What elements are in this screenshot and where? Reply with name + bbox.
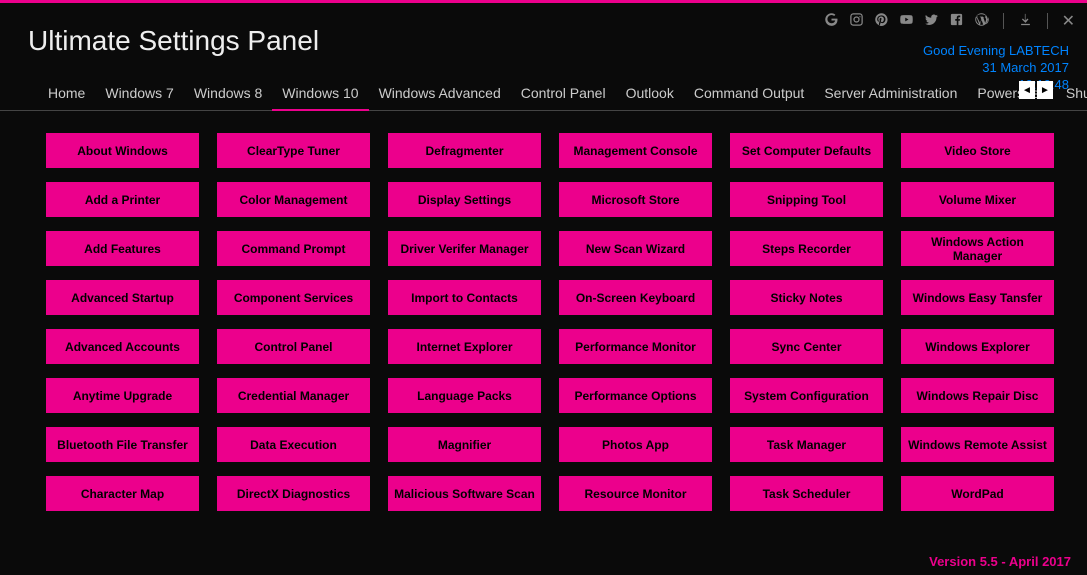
separator [1003, 13, 1004, 29]
tab-windows-advanced[interactable]: Windows Advanced [369, 79, 511, 111]
setting-button-control-panel[interactable]: Control Panel [217, 329, 370, 364]
tab-scroll-right[interactable]: ► [1037, 81, 1053, 99]
setting-button-malicious-software-scan[interactable]: Malicious Software Scan [388, 476, 541, 511]
setting-button-advanced-startup[interactable]: Advanced Startup [46, 280, 199, 315]
setting-button-on-screen-keyboard[interactable]: On-Screen Keyboard [559, 280, 712, 315]
setting-button-character-map[interactable]: Character Map [46, 476, 199, 511]
google-icon[interactable] [824, 12, 839, 30]
twitter-icon[interactable] [924, 12, 939, 30]
setting-button-import-to-contacts[interactable]: Import to Contacts [388, 280, 541, 315]
setting-button-microsoft-store[interactable]: Microsoft Store [559, 182, 712, 217]
setting-button-add-features[interactable]: Add Features [46, 231, 199, 266]
grid-wrap: About Windows ClearType Tuner Defragmenter… [0, 111, 1087, 511]
setting-button-windows-remote-assist[interactable]: Windows Remote Assist [901, 427, 1054, 462]
setting-button-management-console[interactable]: Management Console [559, 133, 712, 168]
setting-button-set-computer-defaults[interactable]: Set Computer Defaults [730, 133, 883, 168]
setting-button-defragmenter[interactable]: Defragmenter [388, 133, 541, 168]
setting-button-steps-recorder[interactable]: Steps Recorder [730, 231, 883, 266]
setting-button-sticky-notes[interactable]: Sticky Notes [730, 280, 883, 315]
setting-button-resource-monitor[interactable]: Resource Monitor [559, 476, 712, 511]
setting-button-windows-explorer[interactable]: Windows Explorer [901, 329, 1054, 364]
setting-button-windows-repair-disc[interactable]: Windows Repair Disc [901, 378, 1054, 413]
tab-server-administration[interactable]: Server Administration [814, 79, 967, 111]
setting-button-task-scheduler[interactable]: Task Scheduler [730, 476, 883, 511]
footer-version: Version 5.5 - April 2017 [929, 554, 1071, 569]
greeting-date: 31 March 2017 [923, 60, 1069, 77]
settings-grid: About Windows ClearType Tuner Defragmenter… [46, 133, 1047, 511]
setting-button-new-scan-wizard[interactable]: New Scan Wizard [559, 231, 712, 266]
setting-button-credential-manager[interactable]: Credential Manager [217, 378, 370, 413]
download-icon[interactable] [1018, 12, 1033, 30]
setting-button-magnifier[interactable]: Magnifier [388, 427, 541, 462]
setting-button-about-windows[interactable]: About Windows [46, 133, 199, 168]
setting-button-anytime-upgrade[interactable]: Anytime Upgrade [46, 378, 199, 413]
tab-windows-7[interactable]: Windows 7 [95, 79, 183, 111]
tab-command-output[interactable]: Command Output [684, 79, 815, 111]
setting-button-windows-action-manager[interactable]: Windows Action Manager [901, 231, 1054, 266]
tab-shutdown-o[interactable]: Shutdown O [1056, 79, 1087, 111]
setting-button-performance-options[interactable]: Performance Options [559, 378, 712, 413]
setting-button-bluetooth-file-transfer[interactable]: Bluetooth File Transfer [46, 427, 199, 462]
setting-button-display-settings[interactable]: Display Settings [388, 182, 541, 217]
setting-button-cleartype-tuner[interactable]: ClearType Tuner [217, 133, 370, 168]
tab-windows-8[interactable]: Windows 8 [184, 79, 272, 111]
setting-button-component-services[interactable]: Component Services [217, 280, 370, 315]
separator [1047, 13, 1048, 29]
setting-button-language-packs[interactable]: Language Packs [388, 378, 541, 413]
facebook-icon[interactable] [949, 12, 964, 30]
setting-button-task-manager[interactable]: Task Manager [730, 427, 883, 462]
setting-button-color-management[interactable]: Color Management [217, 182, 370, 217]
tab-home[interactable]: Home [38, 79, 95, 111]
setting-button-sync-center[interactable]: Sync Center [730, 329, 883, 364]
tab-windows-10[interactable]: Windows 10 [272, 79, 368, 111]
tab-outlook[interactable]: Outlook [616, 79, 684, 111]
setting-button-performance-monitor[interactable]: Performance Monitor [559, 329, 712, 364]
pinterest-icon[interactable] [874, 12, 889, 30]
setting-button-data-execution[interactable]: Data Execution [217, 427, 370, 462]
youtube-icon[interactable] [899, 12, 914, 30]
setting-button-directx-diagnostics[interactable]: DirectX Diagnostics [217, 476, 370, 511]
wordpress-icon[interactable] [974, 12, 989, 30]
setting-button-add-a-printer[interactable]: Add a Printer [46, 182, 199, 217]
close-icon[interactable]: ✕ [1062, 11, 1075, 31]
setting-button-photos-app[interactable]: Photos App [559, 427, 712, 462]
setting-button-snipping-tool[interactable]: Snipping Tool [730, 182, 883, 217]
setting-button-internet-explorer[interactable]: Internet Explorer [388, 329, 541, 364]
greeting-text: Good Evening LABTECH [923, 43, 1069, 60]
setting-button-wordpad[interactable]: WordPad [901, 476, 1054, 511]
setting-button-windows-easy-tansfer[interactable]: Windows Easy Tansfer [901, 280, 1054, 315]
setting-button-driver-verifer-manager[interactable]: Driver Verifer Manager [388, 231, 541, 266]
tabs-row: HomeWindows 7Windows 8Windows 10Windows … [0, 79, 1087, 111]
tab-control-panel[interactable]: Control Panel [511, 79, 616, 111]
setting-button-system-configuration[interactable]: System Configuration [730, 378, 883, 413]
setting-button-video-store[interactable]: Video Store [901, 133, 1054, 168]
instagram-icon[interactable] [849, 12, 864, 30]
setting-button-command-prompt[interactable]: Command Prompt [217, 231, 370, 266]
tab-scroll-left[interactable]: ◄ [1019, 81, 1035, 99]
setting-button-volume-mixer[interactable]: Volume Mixer [901, 182, 1054, 217]
setting-button-advanced-accounts[interactable]: Advanced Accounts [46, 329, 199, 364]
tab-scrollers: ◄ ► [1019, 81, 1053, 99]
titlebar-icons: ✕ [824, 11, 1075, 31]
